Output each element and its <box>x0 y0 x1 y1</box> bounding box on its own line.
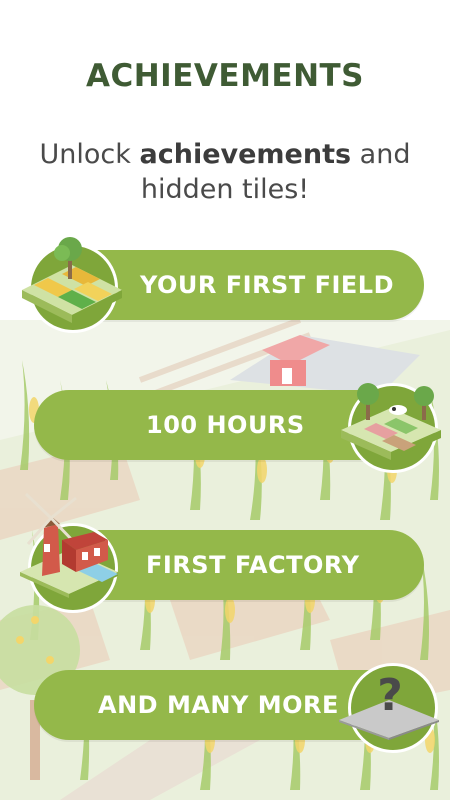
page-subtitle: Unlock achievements and hidden tiles! <box>0 137 450 207</box>
achievement-label: YOUR FIRST FIELD <box>140 271 394 299</box>
wheat-field-tile-icon <box>22 237 122 323</box>
subtitle-suffix: and <box>351 139 411 170</box>
windmill-factory-tile-icon <box>20 492 118 598</box>
achievement-label: 100 HOURS <box>146 411 305 439</box>
subtitle-bold: achievements <box>139 139 352 170</box>
page-title: ACHIEVEMENTS <box>86 58 365 94</box>
subtitle-prefix: Unlock <box>39 139 140 170</box>
svg-text:?: ? <box>377 670 403 721</box>
question-mark-tile-icon: ? <box>339 670 439 740</box>
achievement-label: FIRST FACTORY <box>146 551 360 579</box>
garden-farm-tile-icon <box>341 383 441 460</box>
subtitle-line2: hidden tiles! <box>140 174 310 205</box>
achievement-label: AND MANY MORE <box>98 691 339 719</box>
